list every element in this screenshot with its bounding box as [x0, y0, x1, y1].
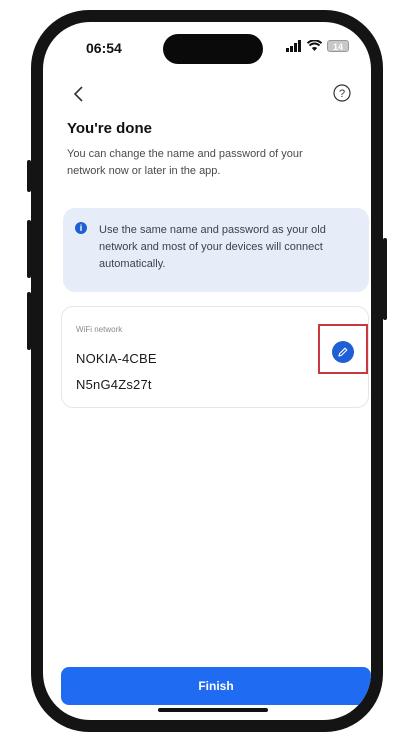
dynamic-island — [163, 34, 263, 64]
info-text: Use the same name and password as your o… — [99, 224, 326, 270]
wifi-network-name: NOKIA-4CBE — [76, 351, 157, 366]
page-title: You're done — [67, 120, 152, 137]
svg-text:?: ? — [339, 88, 345, 100]
info-icon: i — [75, 222, 87, 234]
wifi-network-label: WiFi network — [76, 325, 123, 334]
signal-icon — [286, 40, 301, 52]
edit-network-button[interactable] — [332, 341, 354, 363]
screen: 06:54 14 ? You're done You can change th… — [43, 22, 371, 720]
edit-pencil-icon — [338, 347, 348, 357]
status-icons: 14 — [286, 40, 349, 52]
status-time: 06:54 — [86, 40, 122, 56]
wifi-network-password: N5nG4Zs27t — [76, 377, 152, 392]
top-bar: ? — [43, 82, 371, 112]
action-button — [27, 160, 31, 192]
volume-down-button — [27, 292, 31, 350]
back-arrow-icon[interactable] — [67, 82, 91, 106]
help-icon[interactable]: ? — [333, 84, 351, 102]
power-button — [383, 238, 387, 320]
home-indicator — [158, 708, 268, 712]
phone-frame: 06:54 14 ? You're done You can change th… — [27, 10, 387, 732]
wifi-icon — [307, 40, 322, 51]
page-subtitle: You can change the name and password of … — [67, 148, 303, 177]
battery-icon: 14 — [327, 40, 349, 52]
volume-up-button — [27, 220, 31, 278]
finish-button[interactable]: Finish — [61, 667, 371, 705]
info-card: i Use the same name and password as your… — [63, 208, 369, 292]
